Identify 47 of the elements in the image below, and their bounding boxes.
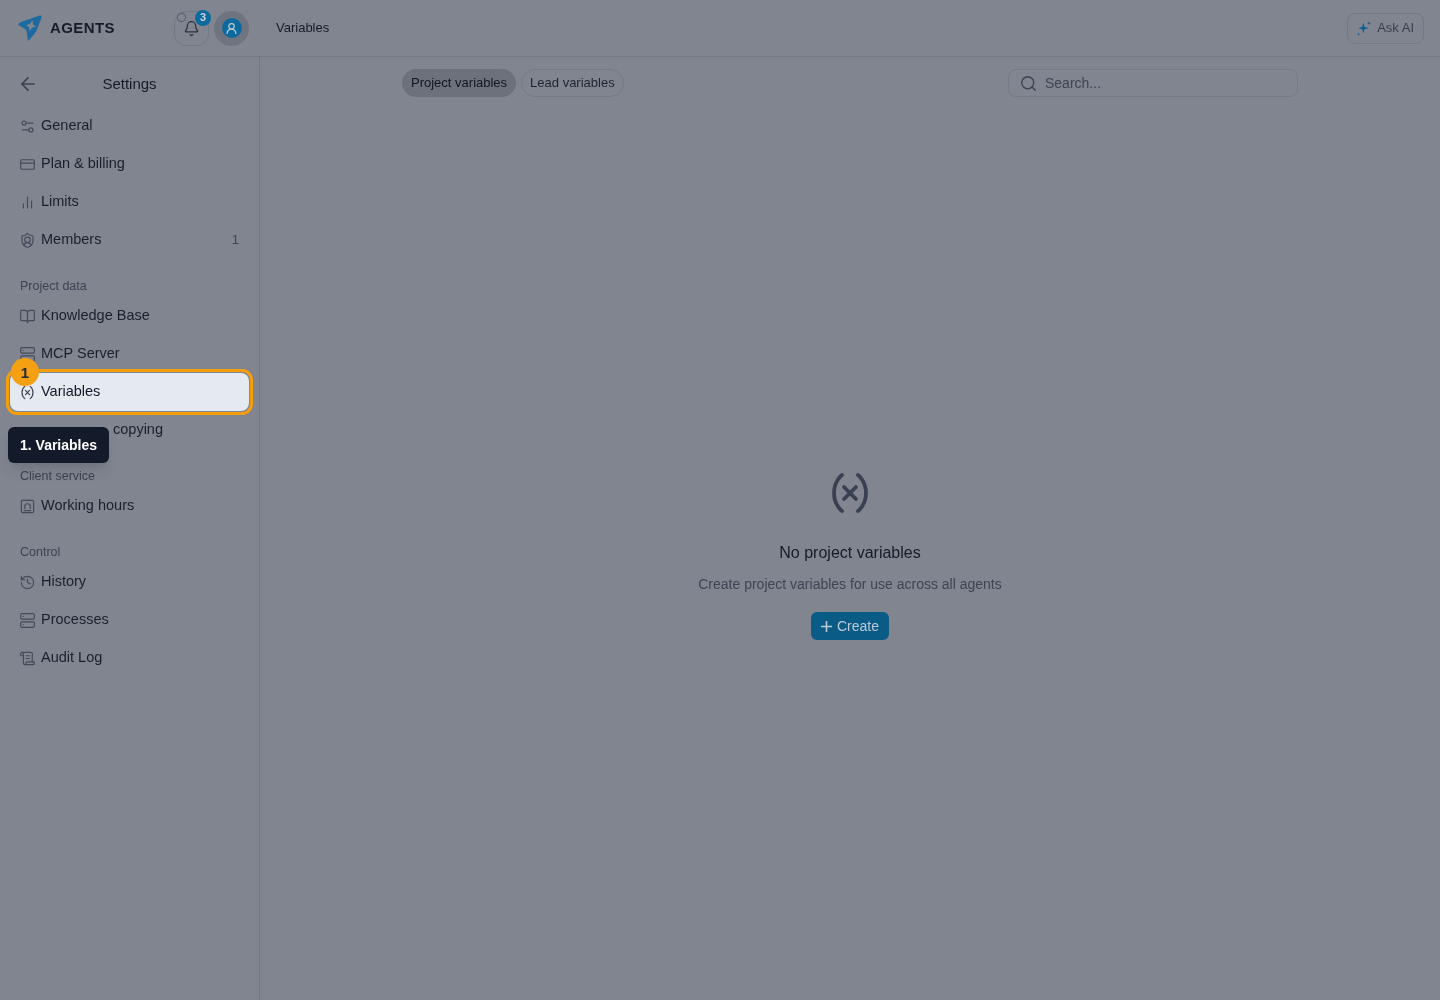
bar-chart-icon xyxy=(20,194,35,210)
tab[interactable]: Project variables xyxy=(402,69,517,97)
sidebar-item[interactable]: Working hours xyxy=(10,487,249,525)
loading-ring-icon xyxy=(176,11,187,23)
create-button[interactable]: Create xyxy=(811,612,889,640)
section-heading: Project data xyxy=(20,278,87,294)
server-icon xyxy=(20,612,35,628)
variable-icon xyxy=(831,473,869,513)
scroll-icon xyxy=(20,650,35,666)
sidebar-item[interactable]: Members 1 xyxy=(10,221,249,259)
shield-user-icon xyxy=(20,232,35,248)
item-count: 1 xyxy=(231,231,239,250)
bell-icon xyxy=(184,20,199,36)
sidebar-item[interactable]: Audit Log xyxy=(10,639,249,677)
notifications-button[interactable]: 3 xyxy=(174,10,209,46)
avatar-button[interactable] xyxy=(214,10,249,46)
logo-text: AGENTS xyxy=(50,17,115,38)
book-icon xyxy=(20,308,35,324)
history-icon xyxy=(20,574,35,590)
user-avatar-icon xyxy=(221,18,242,38)
empty-state-description: Create project variables for use across all agents xyxy=(698,575,1002,594)
variable-icon xyxy=(20,384,35,400)
sidebar-item[interactable]: History xyxy=(10,563,249,601)
search-field[interactable]: Search... xyxy=(1008,69,1298,97)
sidebar-item[interactable]: Processes xyxy=(10,601,249,639)
empty-state-title: No project variables xyxy=(779,543,921,563)
sidebar-item[interactable]: Limits xyxy=(10,183,249,221)
credit-card-icon xyxy=(20,156,35,172)
notification-count-badge: 3 xyxy=(195,9,211,26)
sidebar-item[interactable]: Knowledge Base xyxy=(10,297,249,335)
sidebar-title: Settings xyxy=(102,73,157,94)
plus-icon xyxy=(821,620,832,632)
search-icon xyxy=(1021,75,1036,91)
square-arch-icon xyxy=(20,498,35,514)
section-heading: Client service xyxy=(20,468,96,484)
section-heading: Control xyxy=(20,544,61,560)
tooltip: 1. Variables xyxy=(8,427,110,463)
sliders-icon xyxy=(20,118,35,134)
logo-icon xyxy=(18,15,42,41)
sidebar-item[interactable]: General xyxy=(10,107,249,145)
page-title: Variables xyxy=(276,19,330,38)
ask-ai-button[interactable]: Ask AI xyxy=(1347,12,1424,44)
back-arrow-icon xyxy=(21,77,35,91)
sidebar-item[interactable]: Plan & billing xyxy=(10,145,249,183)
step-badge: 1 xyxy=(11,358,39,386)
back-button[interactable] xyxy=(20,76,36,92)
sparkle-icon xyxy=(1357,20,1372,36)
